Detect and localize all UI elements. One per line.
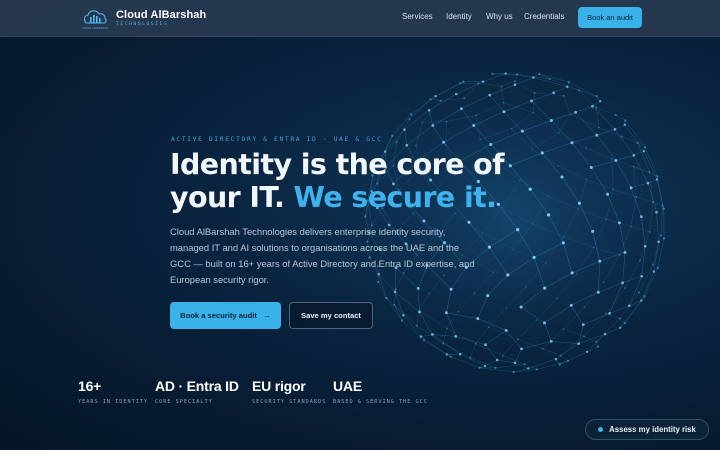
brand-name: Cloud AlBarshah <box>116 9 207 22</box>
brand-logo[interactable]: CLOUD ALBARSHAH Cloud AlBarshah TECHNOLO… <box>78 7 206 31</box>
hero-description: Cloud AlBarshah Technologies delivers en… <box>170 226 475 285</box>
book-security-audit-button[interactable]: Book a security audit → <box>170 302 281 329</box>
headline-accent: We secure it. <box>293 181 497 214</box>
stat-standards: EU rigor SECURITY STANDARDS <box>252 378 326 405</box>
cloud-logo-icon: CLOUD ALBARSHAH <box>82 10 108 30</box>
stat-location: UAE BASED & SERVING THE GCC <box>333 378 428 405</box>
stat-value: EU rigor <box>252 378 306 394</box>
stat-label: CORE SPECIALTY <box>155 399 213 405</box>
nav-link-credentials[interactable]: Credentials <box>524 12 564 21</box>
save-contact-button[interactable]: Save my contact <box>289 302 373 329</box>
stat-value: AD · Entra ID <box>155 378 239 394</box>
stat-label: SECURITY STANDARDS <box>252 399 327 405</box>
arrow-right-icon: → <box>262 311 271 320</box>
brand-subtitle: TECHNOLOGIES <box>116 22 169 28</box>
stat-value: UAE <box>333 378 362 394</box>
nav-link-why-us[interactable]: Why us <box>486 12 513 21</box>
top-nav: CLOUD ALBARSHAH Cloud AlBarshah TECHNOLO… <box>0 0 720 37</box>
assess-identity-risk-button[interactable]: Assess my identity risk <box>585 419 709 440</box>
stat-label: YEARS IN IDENTITY <box>78 399 149 405</box>
stat-years: 16+ YEARS IN IDENTITY <box>78 378 148 405</box>
nav-link-services[interactable]: Services <box>402 12 433 21</box>
nav-link-identity[interactable]: Identity <box>446 12 472 21</box>
stat-value: 16+ <box>78 378 102 394</box>
stat-specialty: AD · Entra ID CORE SPECIALTY <box>155 378 239 405</box>
logo-mark-text: CLOUD ALBARSHAH <box>82 26 108 30</box>
hero-headline: Identity is the core of your IT. We secu… <box>170 148 570 214</box>
status-dot-icon <box>598 427 604 432</box>
hero-eyebrow: ACTIVE DIRECTORY & ENTRA ID · UAE & GCC <box>171 136 383 143</box>
assess-identity-risk-label: Assess my identity risk <box>609 425 696 434</box>
network-globe-graphic <box>364 72 666 374</box>
book-security-audit-label: Book a security audit <box>180 311 257 320</box>
stat-label: BASED & SERVING THE GCC <box>333 399 428 405</box>
book-audit-button[interactable]: Book an audit <box>578 7 642 28</box>
logo-text: Cloud AlBarshah TECHNOLOGIES <box>116 10 206 28</box>
